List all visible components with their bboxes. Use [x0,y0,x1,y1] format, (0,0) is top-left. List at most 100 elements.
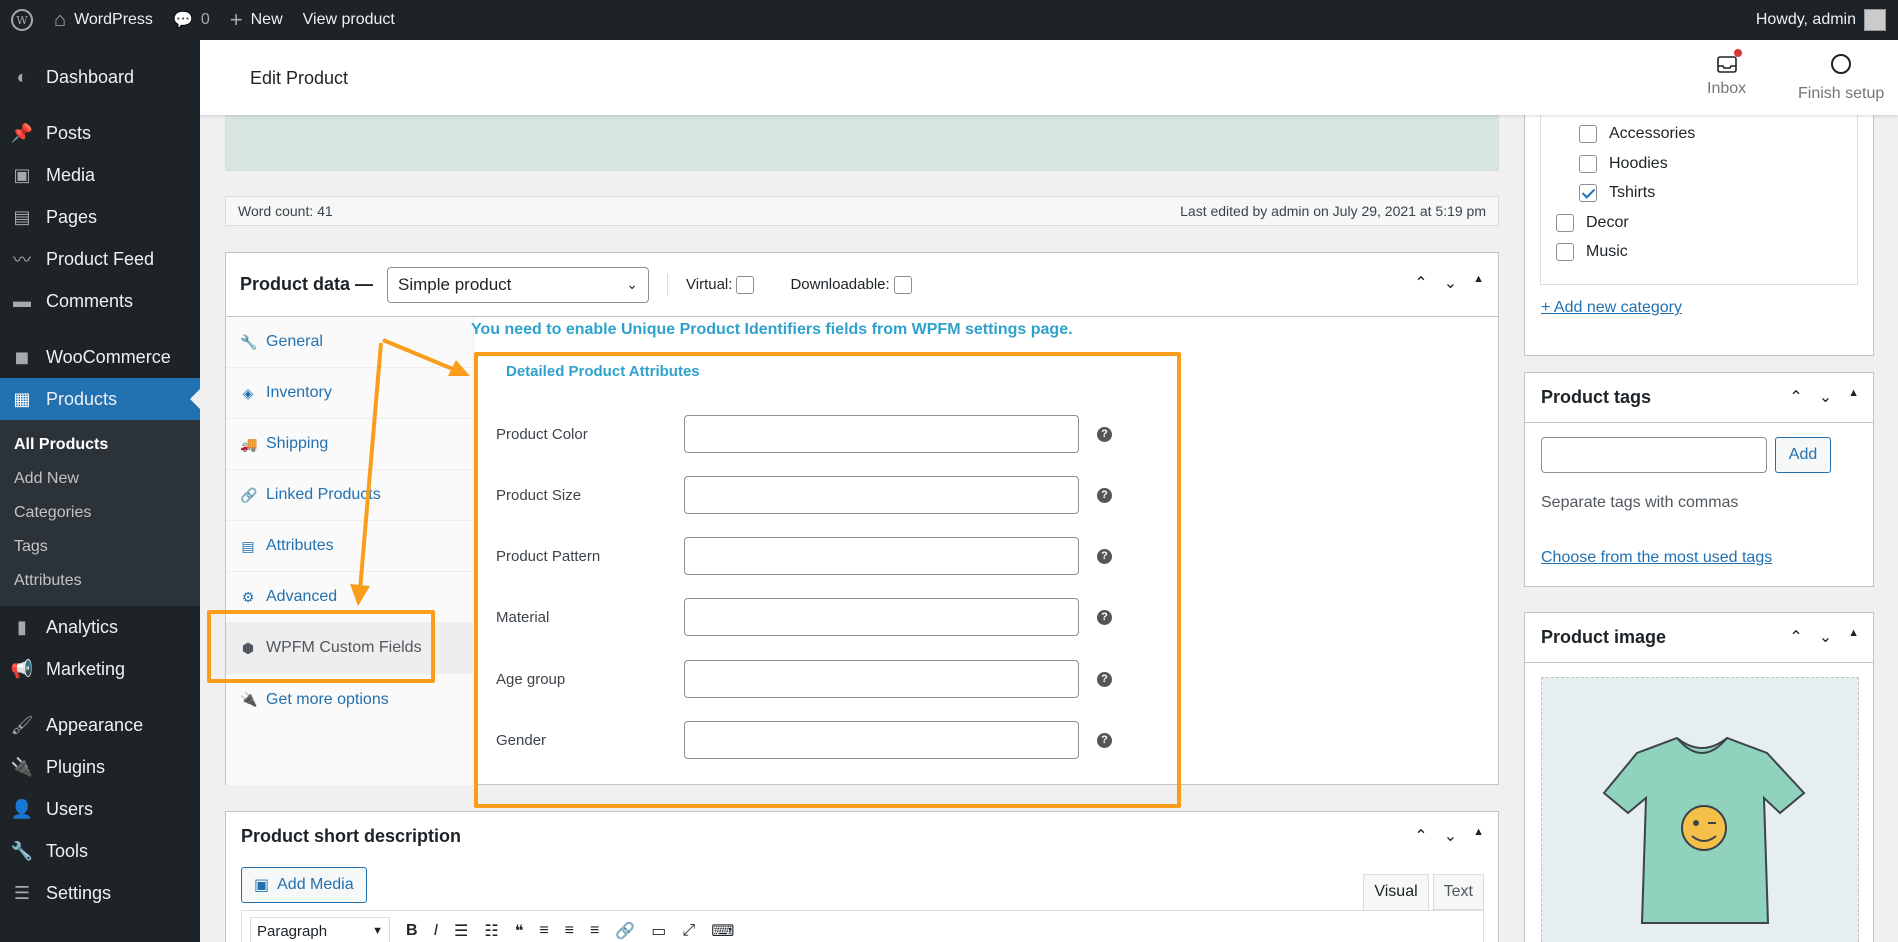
tab-general[interactable]: 🔧 General [226,317,473,368]
sidebar-item-users[interactable]: 👤 Users [0,788,200,830]
link-icon[interactable]: 🔗 [615,921,635,941]
material-input[interactable] [684,598,1079,636]
inbox-button[interactable]: Inbox [1707,49,1746,98]
align-right-icon[interactable]: ≡ [590,922,599,940]
sidebar-item-product-feed[interactable]: 〰 Product Feed [0,238,200,280]
move-up-icon[interactable]: ⌃ [1414,273,1427,293]
keyboard-icon[interactable]: ⌨ [711,921,734,941]
move-up-icon[interactable]: ⌃ [1414,826,1427,846]
sidebar-item-pages[interactable]: ▤ Pages [0,196,200,238]
align-center-icon[interactable]: ≡ [565,922,574,940]
product-color-input[interactable] [684,415,1079,453]
age-group-input[interactable] [684,660,1079,698]
category-tshirts[interactable]: Tshirts [1579,184,1655,202]
category-hoodies[interactable]: Hoodies [1579,155,1668,173]
toggle-panel-icon[interactable]: ▲ [1473,273,1484,293]
editor-content-area[interactable] [225,115,1499,171]
submenu-tags[interactable]: Tags [0,530,200,564]
category-checkbox-checked[interactable] [1579,184,1597,202]
add-tag-button[interactable]: Add [1775,437,1831,473]
sidebar-item-media[interactable]: ▣ Media [0,154,200,196]
tab-advanced[interactable]: ⚙ Advanced [226,572,473,623]
howdy-label: Howdy, admin [1755,11,1856,28]
add-new-category-link[interactable]: + Add new category [1541,299,1682,317]
toggle-panel-icon[interactable]: ▲ [1473,826,1484,846]
sidebar-item-analytics[interactable]: ▮ Analytics [0,606,200,648]
tab-linked-products[interactable]: 🔗 Linked Products [226,470,473,521]
move-up-icon[interactable]: ⌃ [1789,627,1802,647]
tab-text[interactable]: Text [1432,874,1484,910]
bullet-list-icon[interactable]: ☰ [454,921,468,941]
sidebar-item-posts[interactable]: 📌 Posts [0,112,200,154]
field-product-color: Product Color ? [496,415,1136,453]
quote-icon[interactable]: ❝ [515,921,524,941]
align-left-icon[interactable]: ≡ [539,922,548,940]
category-checkbox[interactable] [1556,214,1574,232]
sidebar-item-comments[interactable]: ▬ Comments [0,280,200,322]
help-icon[interactable]: ? [1097,609,1112,625]
product-type-select[interactable]: Simple product ⌄ [387,266,650,303]
toggle-panel-icon[interactable]: ▲ [1848,387,1859,407]
submenu-categories[interactable]: Categories [0,496,200,530]
tab-shipping[interactable]: 🚚 Shipping [226,419,473,470]
sidebar-item-products[interactable]: ▦ Products [0,378,200,420]
tab-get-more-options[interactable]: 🔌 Get more options [226,674,473,725]
tab-wpfm-custom-fields[interactable]: ⬢ WPFM Custom Fields [226,623,473,674]
virtual-checkbox[interactable] [736,275,755,294]
category-music[interactable]: Music [1556,243,1628,261]
sidebar-item-appearance[interactable]: 🖌 Appearance [0,704,200,746]
category-decor[interactable]: Decor [1556,214,1629,232]
add-media-button[interactable]: ▣ Add Media [241,867,367,903]
sidebar-item-plugins[interactable]: 🔌 Plugins [0,746,200,788]
help-icon[interactable]: ? [1097,487,1112,503]
submenu-all-products[interactable]: All Products [0,428,200,462]
sidebar-item-tools[interactable]: 🔧 Tools [0,830,200,872]
numbered-list-icon[interactable]: ☷ [484,921,498,941]
list-icon: ▤ [241,537,255,554]
help-icon[interactable]: ? [1097,426,1112,442]
site-name-link[interactable]: ⌂ WordPress [44,0,163,40]
tag-input[interactable] [1541,437,1767,473]
view-product-link[interactable]: View product [293,0,405,40]
finish-setup-button[interactable]: Finish setup [1798,52,1884,103]
move-down-icon[interactable]: ⌄ [1819,627,1832,647]
help-icon[interactable]: ? [1097,732,1112,748]
bold-icon[interactable]: B [406,922,418,940]
format-select[interactable]: Paragraph ▼ [250,917,390,942]
italic-icon[interactable]: I [434,922,438,940]
downloadable-checkbox[interactable] [893,275,912,294]
category-checkbox[interactable] [1556,243,1574,261]
submenu-attributes[interactable]: Attributes [0,564,200,598]
category-label: Hoodies [1609,155,1668,172]
product-pattern-input[interactable] [684,537,1079,575]
new-content-link[interactable]: + New [220,0,293,40]
sidebar-item-dashboard[interactable]: ◐ Dashboard [0,56,200,98]
product-data-title: Product data — [240,274,374,294]
help-icon[interactable]: ? [1097,548,1112,564]
product-image-thumbnail[interactable] [1541,677,1859,942]
account-menu[interactable]: Howdy, admin [1746,0,1898,40]
tab-visual[interactable]: Visual [1363,874,1429,910]
category-checkbox[interactable] [1579,155,1597,173]
move-down-icon[interactable]: ⌄ [1444,273,1457,293]
sidebar-item-settings[interactable]: ☰ Settings [0,872,200,914]
move-down-icon[interactable]: ⌄ [1819,387,1832,407]
move-up-icon[interactable]: ⌃ [1789,387,1802,407]
category-checkbox[interactable] [1579,125,1597,143]
comments-link[interactable]: 💬 0 [163,0,220,40]
sidebar-item-marketing[interactable]: 📢 Marketing [0,648,200,690]
more-icon[interactable]: ▭ [651,921,666,941]
fullscreen-icon[interactable]: ⤢ [682,922,695,940]
choose-tags-link[interactable]: Choose from the most used tags [1541,549,1772,567]
submenu-add-new[interactable]: Add New [0,462,200,496]
wp-logo-icon[interactable]: W [0,0,44,40]
category-accessories[interactable]: Accessories [1579,125,1695,143]
move-down-icon[interactable]: ⌄ [1444,826,1457,846]
gender-input[interactable] [684,721,1079,759]
product-size-input[interactable] [684,476,1079,514]
tab-attributes[interactable]: ▤ Attributes [226,521,473,572]
tab-inventory[interactable]: ◈ Inventory [226,368,473,419]
sidebar-item-woocommerce[interactable]: ◼ WooCommerce [0,336,200,378]
help-icon[interactable]: ? [1097,671,1112,687]
toggle-panel-icon[interactable]: ▲ [1848,627,1859,647]
